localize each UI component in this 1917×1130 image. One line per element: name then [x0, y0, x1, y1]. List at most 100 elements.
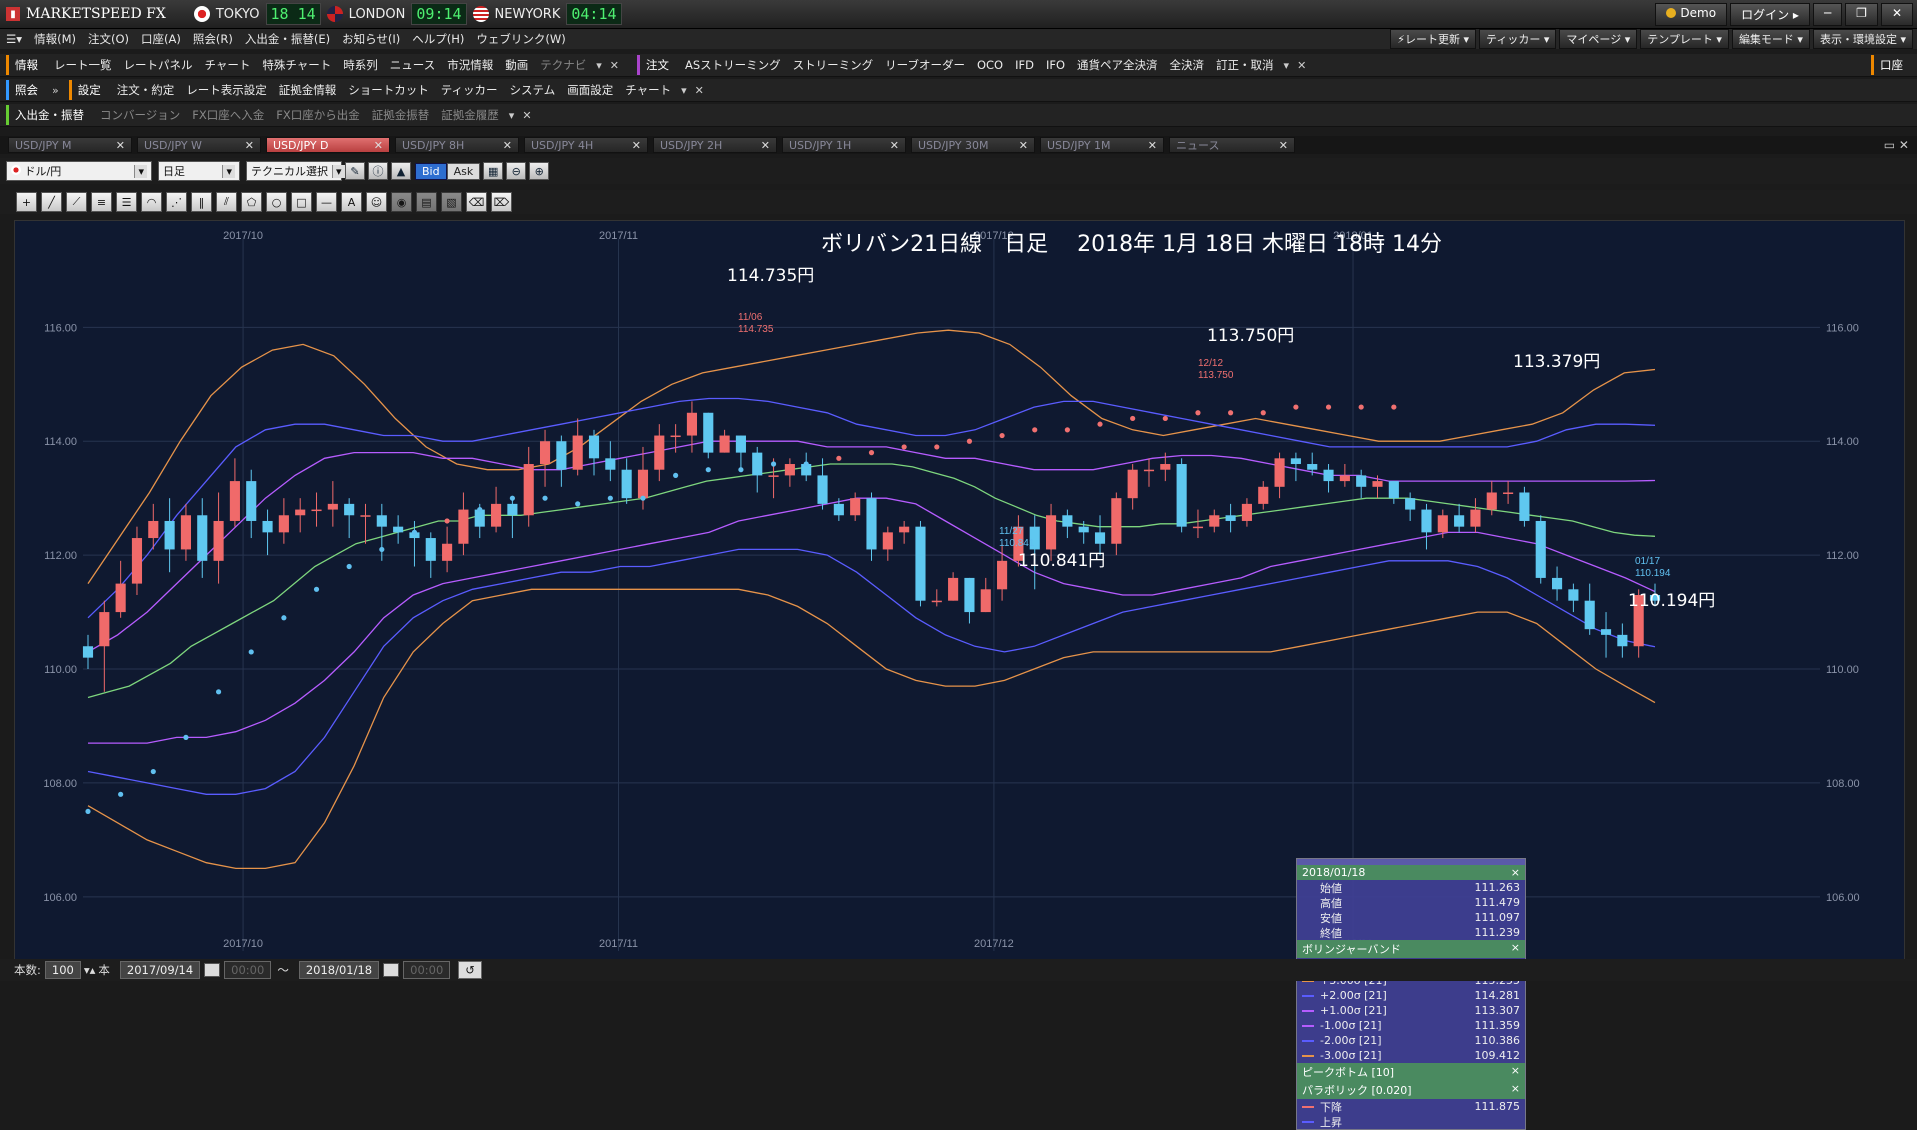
tab-news[interactable]: ニュース ✕	[1169, 137, 1295, 153]
tool-leave-order[interactable]: リーブオーダー	[879, 57, 971, 73]
pair-select[interactable]: ドル/円 ▾	[6, 161, 152, 181]
close-icon[interactable]: ×	[1511, 941, 1520, 957]
menu-order[interactable]: 注文(O)	[82, 31, 135, 47]
window-controls[interactable]: ▭ ✕	[1884, 138, 1909, 152]
to-time-input[interactable]: 00:00	[403, 961, 451, 979]
eraser-icon[interactable]: ⌫	[466, 192, 487, 212]
tool-pair-settle[interactable]: 通貨ペア全決済	[1071, 57, 1164, 73]
group-account[interactable]: 口座	[1871, 55, 1909, 75]
dropdown-icon[interactable]: ▾	[592, 59, 606, 72]
login-button[interactable]: ログイン ▸	[1730, 2, 1810, 26]
tab-usdjpy-30m[interactable]: USD/JPY 30M ✕	[911, 137, 1035, 153]
count-input[interactable]: 100	[44, 961, 81, 979]
gann-icon[interactable]: ⫽	[216, 192, 237, 212]
count-spinner[interactable]: ▾▴	[81, 963, 99, 977]
tool-modify-cancel[interactable]: 訂正・取消	[1210, 57, 1280, 73]
disabled-tool-icon[interactable]: ▧	[441, 192, 462, 212]
edit-mode-button[interactable]: 編集モード ▾	[1731, 29, 1810, 49]
tool-rate-panel[interactable]: レートパネル	[118, 57, 199, 73]
tool-as-streaming[interactable]: ASストリーミング	[679, 57, 787, 73]
menu-account[interactable]: 口座(A)	[135, 31, 187, 47]
dropdown-icon[interactable]: ▾	[677, 84, 691, 97]
hline-icon[interactable]: ≡	[91, 192, 112, 212]
tool-technavi[interactable]: テクナビ	[534, 57, 592, 73]
dropdown-icon[interactable]: ▾	[1280, 59, 1294, 72]
tab-usdjpy-4h[interactable]: USD/JPY 4H ✕	[524, 137, 648, 153]
tool-streaming[interactable]: ストリーミング	[787, 57, 880, 73]
tab-usdjpy-2h[interactable]: USD/JPY 2H ✕	[653, 137, 777, 153]
crosshair-icon[interactable]: +	[16, 192, 37, 212]
menu-weblink[interactable]: ウェブリンク(W)	[470, 31, 571, 47]
tool-market-info[interactable]: 市況情報	[441, 57, 499, 73]
calendar-icon[interactable]	[383, 963, 400, 977]
tab-usdjpy-w[interactable]: USD/JPY W ✕	[137, 137, 261, 153]
expand-icon[interactable]: »	[48, 84, 63, 97]
erase-all-icon[interactable]: ⌦	[491, 192, 512, 212]
rate-update-button[interactable]: ⚡レート更新 ▾	[1390, 29, 1477, 49]
display-settings-button[interactable]: 表示・環境設定 ▾	[1812, 29, 1913, 49]
tool-orders-executions[interactable]: 注文・約定	[111, 82, 181, 98]
close-icon[interactable]: ✕	[691, 84, 708, 97]
refresh-icon[interactable]: ↺	[458, 961, 482, 979]
fibo-arc-icon[interactable]: ◠	[141, 192, 162, 212]
tool-chart[interactable]: チャート	[199, 57, 257, 73]
tool-rate-display[interactable]: レート表示設定	[180, 82, 273, 98]
tool-special-chart[interactable]: 特殊チャート	[256, 57, 337, 73]
tab-usdjpy-8h[interactable]: USD/JPY 8H ✕	[395, 137, 519, 153]
tool-fx-deposit[interactable]: FX口座へ入金	[186, 107, 270, 123]
tool-rate-list[interactable]: レート一覧	[48, 57, 118, 73]
tool-ticker[interactable]: ティッカー	[435, 82, 504, 98]
ticker-button[interactable]: ティッカー ▾	[1479, 29, 1557, 49]
from-time-input[interactable]: 00:00	[224, 961, 272, 979]
tool-oco[interactable]: OCO	[971, 58, 1009, 72]
mypage-button[interactable]: マイページ ▾	[1559, 29, 1638, 49]
tool-fx-withdraw[interactable]: FX口座から出金	[270, 107, 366, 123]
tab-usdjpy-1m[interactable]: USD/JPY 1M ✕	[1040, 137, 1164, 153]
pen-icon[interactable]: ✎	[345, 162, 365, 180]
trendline-icon[interactable]: ╱	[41, 192, 62, 212]
disabled-tool-icon[interactable]: ◉	[391, 192, 412, 212]
circle-icon[interactable]: ○	[266, 192, 287, 212]
demo-button[interactable]: Demo	[1655, 2, 1728, 26]
tool-ifo[interactable]: IFO	[1040, 58, 1071, 72]
dropdown-icon[interactable]: ▾	[505, 109, 519, 122]
tool-conversion[interactable]: コンバージョン	[94, 107, 186, 123]
close-icon[interactable]: ×	[1511, 1082, 1520, 1098]
text-icon[interactable]: A	[341, 192, 362, 212]
calendar-icon[interactable]	[204, 963, 221, 977]
group-deposit[interactable]: 入出金・振替	[6, 105, 90, 125]
chart-area[interactable]: 116.00 116.00 114.00 114.00 112.00 112.00 110.…	[14, 220, 1905, 1130]
zoom-out-icon[interactable]: ⊖	[506, 162, 527, 180]
tool-system[interactable]: システム	[504, 82, 562, 98]
pentagon-icon[interactable]: ⬠	[241, 192, 262, 212]
candlestick-chart[interactable]: 116.00 116.00 114.00 114.00 112.00 112.00 110.…	[15, 221, 1904, 959]
restore-button[interactable]: ❐	[1845, 2, 1878, 26]
channel-icon[interactable]: ☰	[116, 192, 137, 212]
close-icon[interactable]: ✕	[1293, 59, 1310, 72]
chart-type-icon[interactable]: ▦	[483, 162, 504, 180]
to-date-input[interactable]: 2018/01/18	[298, 961, 380, 979]
vline-icon[interactable]: ‖	[191, 192, 212, 212]
disabled-tool-icon[interactable]: ▤	[416, 192, 437, 212]
tab-usdjpy-m[interactable]: USD/JPY M ✕	[8, 137, 132, 153]
technical-select[interactable]: テクニカル選択 ▾	[246, 161, 345, 181]
zoom-in-icon[interactable]: ⊕	[529, 162, 550, 180]
line-icon[interactable]: —	[316, 192, 337, 212]
tool-chart-settings[interactable]: チャート	[619, 82, 677, 98]
menu-deposit[interactable]: 入出金・振替(E)	[239, 31, 336, 47]
ask-button[interactable]: Ask	[446, 162, 481, 180]
minimize-button[interactable]: ─	[1812, 2, 1843, 26]
template-button[interactable]: テンプレート ▾	[1640, 29, 1729, 49]
from-date-input[interactable]: 2017/09/14	[119, 961, 201, 979]
tool-shortcut[interactable]: ショートカット	[342, 82, 435, 98]
close-icon[interactable]: ✕	[518, 109, 535, 122]
group-info[interactable]: 情報	[6, 55, 44, 75]
tool-timeseries[interactable]: 時系列	[337, 57, 384, 73]
menu-notice[interactable]: お知らせ(I)	[336, 31, 406, 47]
tab-usdjpy-1h[interactable]: USD/JPY 1H ✕	[782, 137, 906, 153]
menu-help[interactable]: ヘルプ(H)	[406, 31, 470, 47]
period-select[interactable]: 日足 ▾	[158, 161, 240, 181]
close-icon[interactable]: ×	[1511, 1064, 1520, 1080]
close-icon[interactable]: ✕	[606, 59, 623, 72]
tool-news[interactable]: ニュース	[384, 57, 441, 73]
